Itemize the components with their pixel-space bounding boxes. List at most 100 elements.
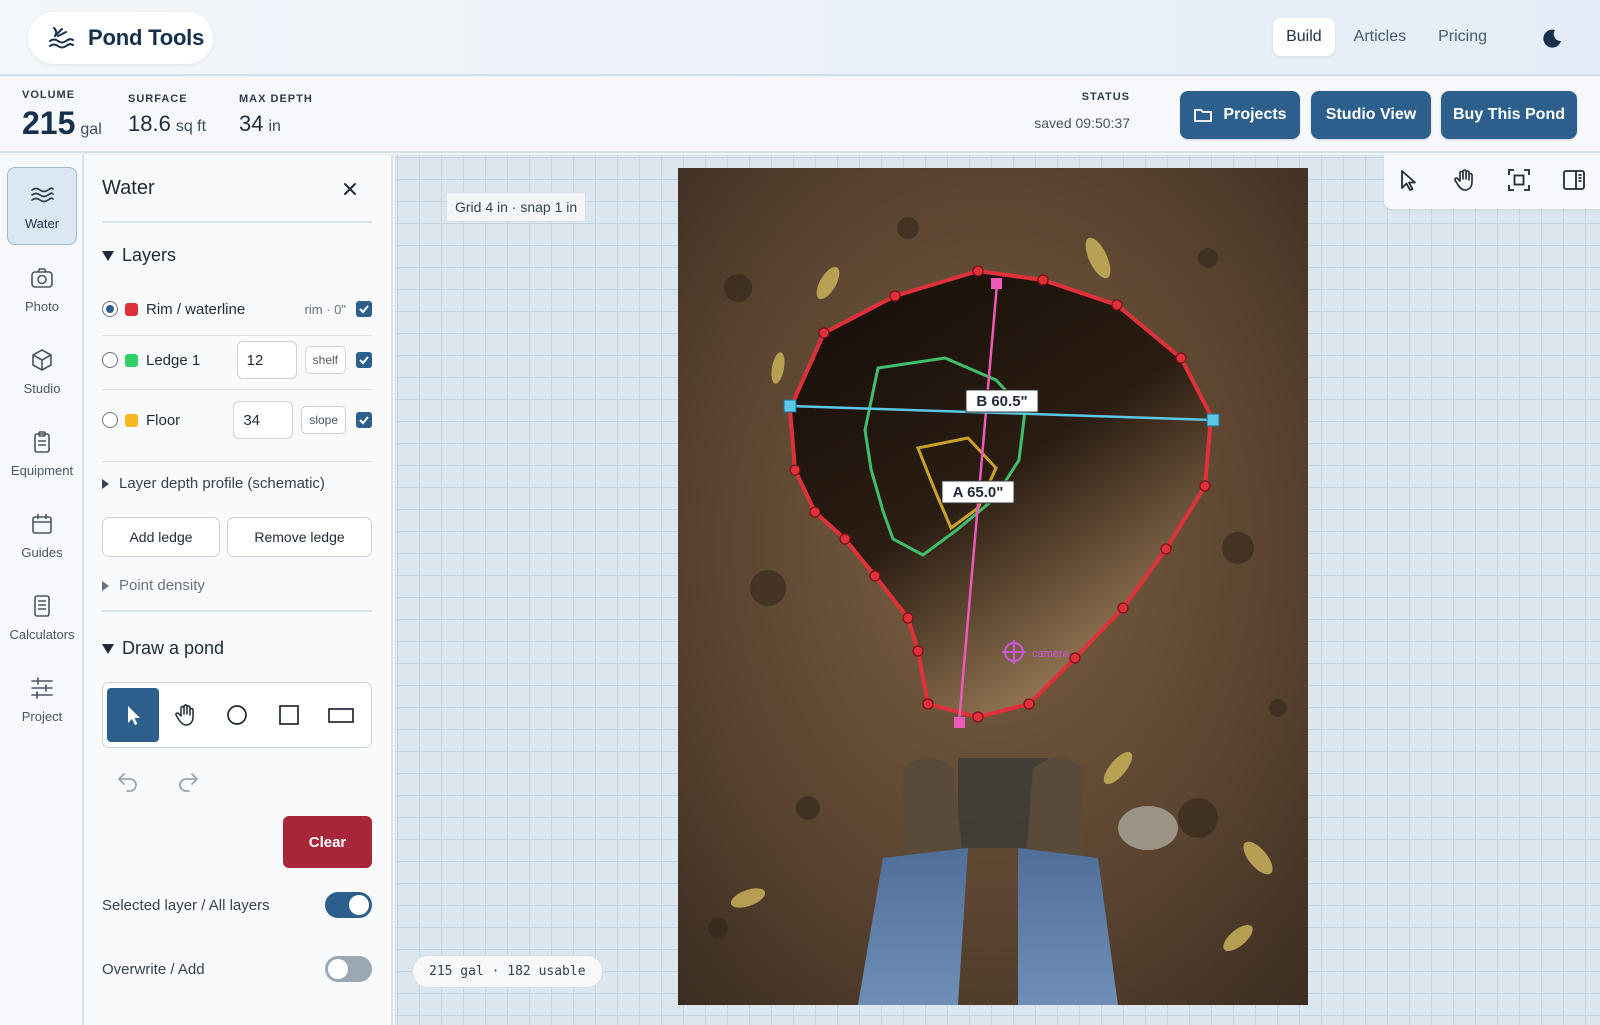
stat-volume: VOLUME 215 gal bbox=[22, 89, 102, 142]
studio-view-button[interactable]: Studio View bbox=[1311, 91, 1431, 139]
nav-build[interactable]: Build bbox=[1273, 18, 1335, 56]
fit-view-icon[interactable] bbox=[1506, 167, 1532, 193]
mode-toggle-switch[interactable] bbox=[325, 956, 372, 982]
pond-waves-logo-icon bbox=[49, 27, 74, 49]
layer-row-floor[interactable]: Floor slope bbox=[102, 398, 372, 442]
rail-item-photo[interactable]: Photo bbox=[7, 250, 77, 328]
canvas-floating-toolbar bbox=[1384, 155, 1600, 209]
status-label: STATUS bbox=[1081, 91, 1130, 103]
square-tool[interactable] bbox=[263, 688, 315, 742]
rail-item-calculators[interactable]: Calculators bbox=[7, 578, 77, 656]
brand-logo-link[interactable]: Pond Tools bbox=[28, 12, 213, 64]
stat-surface: SURFACE 18.6 sq ft bbox=[128, 93, 206, 137]
redo-icon[interactable] bbox=[175, 768, 201, 794]
rail-item-project-label: Project bbox=[21, 708, 63, 724]
rail-item-equipment[interactable]: Equipment bbox=[7, 414, 77, 492]
measure-b-handle[interactable] bbox=[1206, 413, 1220, 427]
circle-tool[interactable] bbox=[211, 688, 263, 742]
measure-a-handle[interactable] bbox=[954, 717, 965, 728]
add-ledge-button[interactable]: Add ledge bbox=[102, 517, 220, 557]
clipboard-icon bbox=[34, 430, 50, 453]
ledge-1-depth-input[interactable] bbox=[236, 341, 297, 379]
layer-color-swatch bbox=[125, 302, 138, 316]
pointer-icon bbox=[128, 706, 140, 725]
rail-item-studio-label: Studio bbox=[23, 380, 61, 396]
rail-item-project[interactable]: Project bbox=[7, 660, 77, 738]
undo-icon[interactable] bbox=[115, 768, 141, 794]
volume-usage-readout: 215 gal · 182 usable bbox=[412, 955, 603, 988]
clear-button[interactable]: Clear bbox=[283, 816, 372, 868]
draw-section-toggle[interactable]: Draw a pond bbox=[102, 638, 224, 659]
scope-toggle-switch[interactable] bbox=[325, 892, 372, 918]
moon-icon[interactable] bbox=[1540, 26, 1564, 50]
pond-site-photo[interactable]: B 60.5" A 65.0" camera bbox=[678, 168, 1308, 1005]
hand-tool[interactable] bbox=[159, 688, 211, 742]
top-navigation-bar: Pond Tools Build Articles Pricing bbox=[0, 0, 1600, 76]
chevron-right-icon bbox=[102, 478, 109, 489]
layer-row-rim[interactable]: Rim / waterline rim · 0" bbox=[102, 287, 372, 331]
divider bbox=[102, 610, 372, 612]
rail-item-equipment-label: Equipment bbox=[10, 462, 74, 478]
toggle-knob bbox=[328, 959, 348, 979]
ledge-1-kind-button[interactable]: shelf bbox=[304, 346, 346, 374]
chevron-down-icon bbox=[102, 250, 114, 261]
checkmark-icon bbox=[359, 305, 369, 314]
design-canvas[interactable]: Grid 4 in · snap 1 in B 60.5" A 65.0" ca… bbox=[395, 155, 1600, 1025]
left-tool-rail: Water Photo Studio Equipment Guides Calc… bbox=[0, 155, 84, 1025]
scope-toggle-label: Selected layer / All layers bbox=[102, 896, 270, 914]
cube-icon bbox=[32, 348, 52, 371]
measure-a-handle[interactable] bbox=[991, 278, 1002, 289]
pan-hand-icon[interactable] bbox=[1451, 167, 1477, 193]
layer-visible-checkbox[interactable] bbox=[356, 352, 372, 368]
folder-icon bbox=[1194, 109, 1213, 122]
pointer-tool[interactable] bbox=[107, 688, 159, 742]
layers-section-toggle[interactable]: Layers bbox=[102, 245, 176, 266]
stat-surface-unit: sq ft bbox=[175, 118, 207, 135]
stat-surface-label: SURFACE bbox=[128, 93, 188, 105]
layer-name: Floor bbox=[146, 411, 181, 429]
checkmark-icon bbox=[359, 416, 369, 425]
layer-color-swatch bbox=[125, 413, 138, 427]
layer-select-radio[interactable] bbox=[102, 412, 118, 428]
layer-meta: rim · 0" bbox=[304, 301, 346, 317]
draw-toolbox bbox=[102, 682, 372, 748]
floor-kind-button[interactable]: slope bbox=[301, 406, 346, 434]
depth-profile-toggle[interactable]: Layer depth profile (schematic) bbox=[102, 475, 325, 492]
square-icon bbox=[279, 705, 299, 725]
pond-stats-bar: VOLUME 215 gal SURFACE 18.6 sq ft MAX DEPT… bbox=[0, 77, 1600, 153]
floor-depth-input[interactable] bbox=[233, 401, 294, 439]
measure-a-label: A 65.0" bbox=[953, 484, 1004, 501]
nav-articles[interactable]: Articles bbox=[1341, 18, 1419, 56]
buy-this-pond-button-label: Buy This Pond bbox=[1453, 106, 1565, 123]
measure-b-handle[interactable] bbox=[783, 399, 797, 413]
hand-icon bbox=[175, 704, 194, 726]
select-icon[interactable] bbox=[1396, 167, 1422, 193]
layer-name: Ledge 1 bbox=[146, 351, 201, 369]
camera-label: camera bbox=[1032, 648, 1070, 660]
point-density-toggle[interactable]: Point density bbox=[102, 577, 205, 594]
layer-select-radio[interactable] bbox=[102, 352, 118, 368]
grid-snap-label: Grid 4 in · snap 1 in bbox=[446, 192, 587, 222]
layer-row-ledge-1[interactable]: Ledge 1 shelf bbox=[102, 338, 372, 382]
toggle-knob bbox=[349, 895, 369, 915]
panel-toggle-icon[interactable] bbox=[1561, 167, 1587, 193]
nav-pricing[interactable]: Pricing bbox=[1425, 18, 1500, 56]
layer-visible-checkbox[interactable] bbox=[356, 301, 372, 317]
layer-name: Rim / waterline bbox=[146, 300, 246, 318]
rectangle-tool[interactable] bbox=[315, 688, 367, 742]
mode-toggle-label: Overwrite / Add bbox=[102, 960, 205, 978]
layer-select-radio[interactable] bbox=[102, 301, 118, 317]
buy-this-pond-button[interactable]: Buy This Pond bbox=[1441, 91, 1577, 139]
close-icon[interactable] bbox=[340, 179, 360, 199]
projects-button[interactable]: Projects bbox=[1180, 91, 1300, 139]
stat-volume-label: VOLUME bbox=[22, 89, 76, 101]
camera-icon bbox=[31, 267, 53, 288]
point-density-label: Point density bbox=[119, 577, 205, 594]
remove-ledge-button[interactable]: Remove ledge bbox=[227, 517, 372, 557]
layer-visible-checkbox[interactable] bbox=[356, 412, 372, 428]
row-divider bbox=[102, 461, 372, 462]
rail-item-guides[interactable]: Guides bbox=[7, 496, 77, 574]
stat-max-depth: MAX DEPTH 34 in bbox=[239, 93, 313, 137]
rail-item-water[interactable]: Water bbox=[7, 167, 77, 245]
rail-item-studio[interactable]: Studio bbox=[7, 332, 77, 410]
